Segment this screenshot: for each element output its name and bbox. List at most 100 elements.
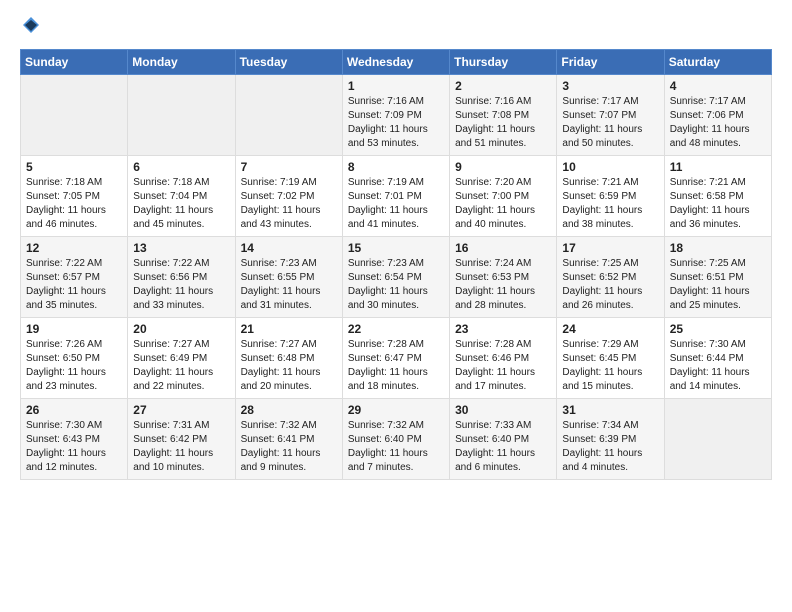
day-number: 23 xyxy=(455,322,551,336)
day-info: Sunrise: 7:21 AMSunset: 6:58 PMDaylight:… xyxy=(670,176,766,232)
day-number: 24 xyxy=(562,322,658,336)
calendar-cell: 7Sunrise: 7:19 AMSunset: 7:02 PMDaylight… xyxy=(235,156,342,237)
day-info: Sunrise: 7:22 AMSunset: 6:56 PMDaylight:… xyxy=(133,257,229,313)
calendar-cell: 29 Sunrise: 7:32 AMSunset: 6:40 PMDayligh… xyxy=(342,399,449,480)
week-row-5: 26 Sunrise: 7:30 AMSunset: 6:43 PMDayligh… xyxy=(21,399,772,480)
weekday-header-thursday: Thursday xyxy=(450,50,557,75)
day-number: 2 xyxy=(455,79,551,93)
weekday-header-friday: Friday xyxy=(557,50,664,75)
calendar-cell: 4 Sunrise: 7:17 AMSunset: 7:06 PMDaylight… xyxy=(664,75,771,156)
calendar-cell xyxy=(664,399,771,480)
calendar-cell: 20 Sunrise: 7:27 AMSunset: 6:49 PMDayligh… xyxy=(128,318,235,399)
day-number: 27 xyxy=(133,403,229,417)
day-number: 5 xyxy=(26,160,122,174)
calendar-cell: 19 Sunrise: 7:26 AMSunset: 6:50 PMDayligh… xyxy=(21,318,128,399)
day-info: Sunrise: 7:20 AMSunset: 7:00 PMDaylight:… xyxy=(455,176,551,232)
day-info: Sunrise: 7:22 AMSunset: 6:57 PMDaylight:… xyxy=(26,257,122,313)
day-number: 8 xyxy=(348,160,444,174)
calendar-cell: 17 Sunrise: 7:25 AMSunset: 6:52 PMDayligh… xyxy=(557,237,664,318)
day-number: 4 xyxy=(670,79,766,93)
day-number: 26 xyxy=(26,403,122,417)
calendar-cell xyxy=(21,75,128,156)
calendar-cell: 13 Sunrise: 7:22 AMSunset: 6:56 PMDayligh… xyxy=(128,237,235,318)
day-number: 15 xyxy=(348,241,444,255)
logo xyxy=(20,16,44,39)
calendar-cell: 12 Sunrise: 7:22 AMSunset: 6:57 PMDayligh… xyxy=(21,237,128,318)
day-number: 7 xyxy=(241,160,337,174)
calendar-cell: 31 Sunrise: 7:34 AMSunset: 6:39 PMDayligh… xyxy=(557,399,664,480)
calendar-cell: 28 Sunrise: 7:32 AMSunset: 6:41 PMDayligh… xyxy=(235,399,342,480)
day-number: 28 xyxy=(241,403,337,417)
day-info: Sunrise: 7:30 AMSunset: 6:43 PMDaylight:… xyxy=(26,419,122,475)
day-info: Sunrise: 7:29 AMSunset: 6:45 PMDaylight:… xyxy=(562,338,658,394)
day-info: Sunrise: 7:23 AMSunset: 6:55 PMDaylight:… xyxy=(241,257,337,313)
day-info: Sunrise: 7:24 AMSunset: 6:53 PMDaylight:… xyxy=(455,257,551,313)
day-number: 31 xyxy=(562,403,658,417)
day-info: Sunrise: 7:23 AMSunset: 6:54 PMDaylight:… xyxy=(348,257,444,313)
day-info: Sunrise: 7:28 AMSunset: 6:47 PMDaylight:… xyxy=(348,338,444,394)
calendar-cell: 8 Sunrise: 7:19 AMSunset: 7:01 PMDaylight… xyxy=(342,156,449,237)
day-info: Sunrise: 7:25 AMSunset: 6:51 PMDaylight:… xyxy=(670,257,766,313)
calendar-cell: 16 Sunrise: 7:24 AMSunset: 6:53 PMDayligh… xyxy=(450,237,557,318)
day-number: 13 xyxy=(133,241,229,255)
day-info: Sunrise: 7:16 AMSunset: 7:09 PMDaylight:… xyxy=(348,95,444,151)
day-info: Sunrise: 7:17 AMSunset: 7:07 PMDaylight:… xyxy=(562,95,658,151)
day-number: 30 xyxy=(455,403,551,417)
day-number: 16 xyxy=(455,241,551,255)
weekday-header-sunday: Sunday xyxy=(21,50,128,75)
calendar-cell: 15 Sunrise: 7:23 AMSunset: 6:54 PMDayligh… xyxy=(342,237,449,318)
calendar-cell: 10 Sunrise: 7:21 AMSunset: 6:59 PMDayligh… xyxy=(557,156,664,237)
day-info: Sunrise: 7:30 AMSunset: 6:44 PMDaylight:… xyxy=(670,338,766,394)
week-row-1: 1 Sunrise: 7:16 AMSunset: 7:09 PMDaylight… xyxy=(21,75,772,156)
day-number: 11 xyxy=(670,160,766,174)
day-number: 25 xyxy=(670,322,766,336)
calendar-cell: 1 Sunrise: 7:16 AMSunset: 7:09 PMDaylight… xyxy=(342,75,449,156)
day-info: Sunrise: 7:25 AMSunset: 6:52 PMDaylight:… xyxy=(562,257,658,313)
day-info: Sunrise: 7:32 AMSunset: 6:40 PMDaylight:… xyxy=(348,419,444,475)
day-number: 18 xyxy=(670,241,766,255)
calendar-cell: 5Sunrise: 7:18 AMSunset: 7:05 PMDaylight… xyxy=(21,156,128,237)
calendar-cell: 27Sunrise: 7:31 AMSunset: 6:42 PMDayligh… xyxy=(128,399,235,480)
day-info: Sunrise: 7:34 AMSunset: 6:39 PMDaylight:… xyxy=(562,419,658,475)
day-number: 3 xyxy=(562,79,658,93)
calendar-cell: 9Sunrise: 7:20 AMSunset: 7:00 PMDaylight… xyxy=(450,156,557,237)
page: SundayMondayTuesdayWednesdayThursdayFrid… xyxy=(0,0,792,612)
day-number: 10 xyxy=(562,160,658,174)
weekday-header-wednesday: Wednesday xyxy=(342,50,449,75)
day-info: Sunrise: 7:27 AMSunset: 6:48 PMDaylight:… xyxy=(241,338,337,394)
day-number: 17 xyxy=(562,241,658,255)
day-info: Sunrise: 7:27 AMSunset: 6:49 PMDaylight:… xyxy=(133,338,229,394)
calendar: SundayMondayTuesdayWednesdayThursdayFrid… xyxy=(20,49,772,480)
day-number: 20 xyxy=(133,322,229,336)
calendar-cell: 11 Sunrise: 7:21 AMSunset: 6:58 PMDayligh… xyxy=(664,156,771,237)
day-number: 1 xyxy=(348,79,444,93)
day-number: 6 xyxy=(133,160,229,174)
day-number: 22 xyxy=(348,322,444,336)
weekday-header-saturday: Saturday xyxy=(664,50,771,75)
day-info: Sunrise: 7:17 AMSunset: 7:06 PMDaylight:… xyxy=(670,95,766,151)
calendar-cell: 24 Sunrise: 7:29 AMSunset: 6:45 PMDayligh… xyxy=(557,318,664,399)
day-info: Sunrise: 7:26 AMSunset: 6:50 PMDaylight:… xyxy=(26,338,122,394)
calendar-cell: 18 Sunrise: 7:25 AMSunset: 6:51 PMDayligh… xyxy=(664,237,771,318)
day-number: 12 xyxy=(26,241,122,255)
calendar-cell: 23 Sunrise: 7:28 AMSunset: 6:46 PMDayligh… xyxy=(450,318,557,399)
day-number: 14 xyxy=(241,241,337,255)
day-info: Sunrise: 7:21 AMSunset: 6:59 PMDaylight:… xyxy=(562,176,658,232)
day-number: 29 xyxy=(348,403,444,417)
calendar-cell: 25 Sunrise: 7:30 AMSunset: 6:44 PMDayligh… xyxy=(664,318,771,399)
day-info: Sunrise: 7:18 AMSunset: 7:04 PMDaylight:… xyxy=(133,176,229,232)
day-info: Sunrise: 7:32 AMSunset: 6:41 PMDaylight:… xyxy=(241,419,337,475)
weekday-header-monday: Monday xyxy=(128,50,235,75)
header xyxy=(20,16,772,39)
calendar-cell: 14 Sunrise: 7:23 AMSunset: 6:55 PMDayligh… xyxy=(235,237,342,318)
day-info: Sunrise: 7:28 AMSunset: 6:46 PMDaylight:… xyxy=(455,338,551,394)
day-number: 21 xyxy=(241,322,337,336)
calendar-cell: 30Sunrise: 7:33 AMSunset: 6:40 PMDayligh… xyxy=(450,399,557,480)
day-info: Sunrise: 7:19 AMSunset: 7:01 PMDaylight:… xyxy=(348,176,444,232)
day-number: 19 xyxy=(26,322,122,336)
weekday-header-tuesday: Tuesday xyxy=(235,50,342,75)
calendar-cell: 3 Sunrise: 7:17 AMSunset: 7:07 PMDaylight… xyxy=(557,75,664,156)
day-info: Sunrise: 7:16 AMSunset: 7:08 PMDaylight:… xyxy=(455,95,551,151)
calendar-cell xyxy=(128,75,235,156)
weekday-header-row: SundayMondayTuesdayWednesdayThursdayFrid… xyxy=(21,50,772,75)
